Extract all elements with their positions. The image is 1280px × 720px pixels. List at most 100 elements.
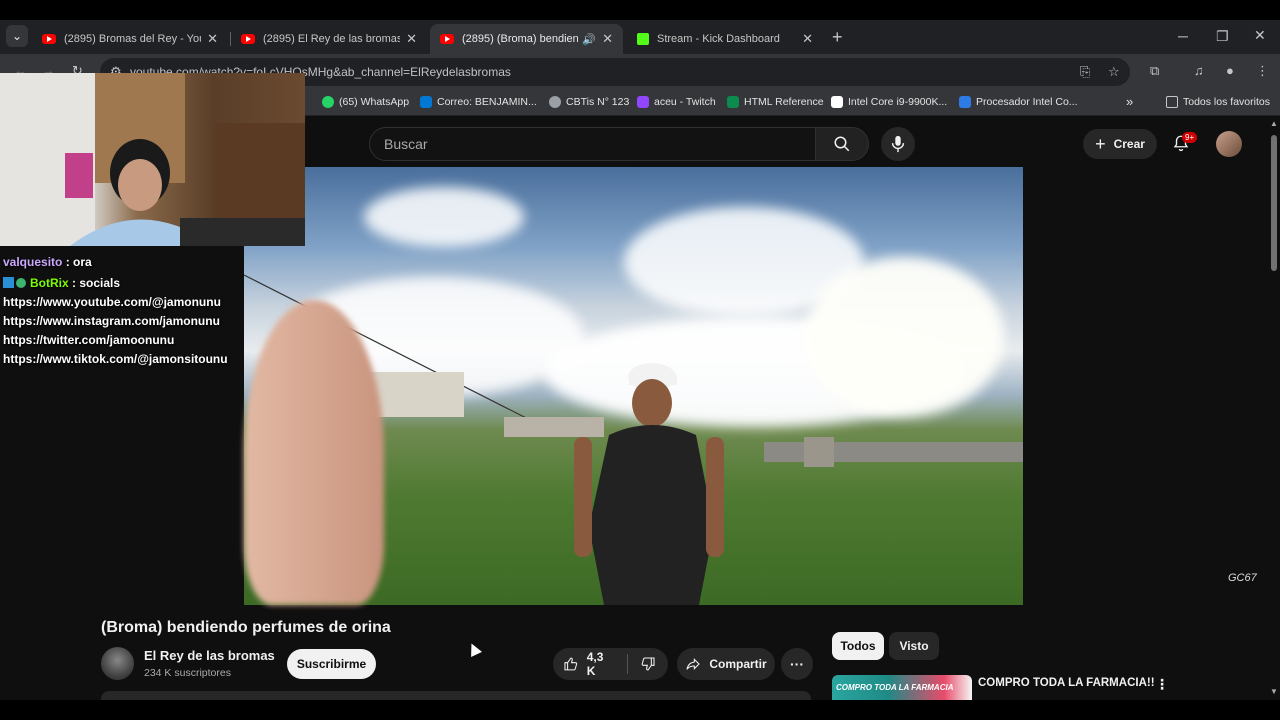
bookmark-twitch[interactable]: aceu - Twitch xyxy=(637,96,716,108)
scroll-up-icon[interactable]: ▲ xyxy=(1270,119,1278,128)
tab-title: Stream - Kick Dashboard xyxy=(657,33,780,45)
verified-badge-icon xyxy=(16,278,26,288)
like-dislike-group: 4,3 K xyxy=(553,648,668,680)
search-button[interactable] xyxy=(815,127,869,161)
mouse-cursor xyxy=(466,641,482,657)
store-icon xyxy=(959,96,971,108)
kick-icon xyxy=(637,33,649,45)
foreground-hand xyxy=(244,300,384,605)
recommended-more-icon[interactable]: ⋮ xyxy=(1155,676,1169,693)
share-button[interactable]: Compartir xyxy=(677,648,775,680)
outlook-icon xyxy=(420,96,432,108)
webcam-overlay xyxy=(0,73,305,246)
video-watermark: GC67 xyxy=(1228,572,1257,584)
bookmark-label: CBTis N° 123 xyxy=(566,96,630,108)
stream-chat-overlay: valquesito : ora BotRix : socials https:… xyxy=(0,252,244,606)
chat-message: valquesito : ora xyxy=(3,255,92,269)
thumbs-up-icon xyxy=(564,657,578,671)
voice-search-button[interactable] xyxy=(881,127,915,161)
tab-el-rey-de-las-bromas[interactable]: (2895) El Rey de las bromas - YouTube ✕ xyxy=(231,24,427,54)
chat-link-line: https://twitter.com/jamoonunu xyxy=(3,333,175,347)
chat-username: BotRix xyxy=(30,276,69,290)
bookmark-procesador-intel[interactable]: Procesador Intel Co... xyxy=(959,96,1078,108)
create-button[interactable]: + Crear xyxy=(1083,129,1157,159)
page-scrollbar[interactable]: ▲ ▼ xyxy=(1268,117,1280,700)
bookmark-whatsapp[interactable]: (65) WhatsApp xyxy=(322,96,409,108)
chip-visto[interactable]: Visto xyxy=(889,632,939,660)
bookmark-html-reference[interactable]: HTML Reference xyxy=(727,96,824,108)
bookmark-label: Correo: BENJAMIN... xyxy=(437,96,537,108)
tab-broma-video[interactable]: (2895) (Broma) bendiendo perfumes de ori… xyxy=(430,24,623,54)
chat-text: ora xyxy=(73,255,92,269)
tab-bromas-del-rey[interactable]: (2895) Bromas del Rey - YouTube ✕ xyxy=(32,24,228,54)
folder-icon xyxy=(1166,96,1178,108)
more-bookmarks-icon[interactable]: » xyxy=(1126,94,1133,109)
screen-bottom-border xyxy=(0,700,1280,720)
chat-text: socials xyxy=(79,276,121,290)
bot-badge-icon xyxy=(3,277,14,288)
bookmarks-folder[interactable]: Todos los favoritos xyxy=(1166,96,1270,108)
minimize-icon[interactable]: ─ xyxy=(1178,28,1188,44)
subscribe-button[interactable]: Suscribirme xyxy=(287,649,376,679)
bookmark-correo[interactable]: Correo: BENJAMIN... xyxy=(420,96,537,108)
tab-kick-dashboard[interactable]: Stream - Kick Dashboard ✕ xyxy=(627,24,823,54)
close-icon[interactable]: ✕ xyxy=(207,31,218,47)
bookmark-label: Intel Core i9-9900K... xyxy=(848,96,948,108)
window-close-icon[interactable]: ✕ xyxy=(1254,27,1266,44)
youtube-icon xyxy=(440,34,454,44)
chat-link-line: https://www.youtube.com/@jamonunu xyxy=(3,295,221,309)
w3-icon xyxy=(727,96,739,108)
bookmark-intel-i9[interactable]: Intel Core i9-9900K... xyxy=(831,96,947,108)
like-button[interactable]: 4,3 K xyxy=(553,650,628,678)
microphone-icon xyxy=(891,135,905,153)
bookmark-label: Procesador Intel Co... xyxy=(976,96,1078,108)
bookmark-cbtis[interactable]: CBTis N° 123 xyxy=(549,96,629,108)
chip-todos[interactable]: Todos xyxy=(832,632,884,660)
recommended-title[interactable]: COMPRO TODA LA FARMACIA!! xyxy=(978,677,1155,689)
chat-username: valquesito xyxy=(3,255,63,269)
search-input[interactable]: Buscar xyxy=(369,127,816,161)
youtube-icon xyxy=(42,34,56,44)
chevron-down-icon: ⌄ xyxy=(11,29,23,43)
close-icon[interactable]: ✕ xyxy=(406,31,417,47)
dislike-button[interactable] xyxy=(628,656,668,672)
description-box[interactable] xyxy=(101,691,811,700)
screen-top-border xyxy=(0,0,1280,20)
chat-link-line: https://www.instagram.com/jamonunu xyxy=(3,314,220,328)
create-label: Crear xyxy=(1113,137,1145,151)
menu-kebab-icon[interactable]: ⋮ xyxy=(1256,63,1269,79)
bookmark-label: (65) WhatsApp xyxy=(339,96,410,108)
extensions-icon[interactable]: ⧉ xyxy=(1150,63,1159,79)
speaker-icon[interactable]: 🔊 xyxy=(582,33,596,46)
tab-title: (2895) (Broma) bendiendo perfumes de ori… xyxy=(462,33,579,45)
new-tab-icon[interactable]: + xyxy=(832,27,843,48)
like-count: 4,3 K xyxy=(586,650,604,678)
share-label: Compartir xyxy=(709,657,767,671)
scroll-down-icon[interactable]: ▼ xyxy=(1270,687,1278,696)
scrollbar-thumb[interactable] xyxy=(1271,135,1277,271)
search-icon xyxy=(834,136,850,152)
bookmark-star-icon[interactable]: ☆ xyxy=(1108,64,1120,80)
close-icon[interactable]: ✕ xyxy=(602,31,613,47)
more-horizontal-icon: ··· xyxy=(790,656,804,672)
restore-icon[interactable]: ❐ xyxy=(1216,28,1229,45)
chat-message: BotRix : socials xyxy=(3,276,120,290)
amazon-icon xyxy=(831,96,843,108)
user-avatar[interactable] xyxy=(1216,131,1242,157)
tab-title: (2895) El Rey de las bromas - YouTube xyxy=(263,33,401,45)
recommended-thumb-text: COMPRO TODA LA FARMACIA xyxy=(836,683,954,692)
thumbs-down-icon xyxy=(641,657,655,671)
install-app-icon[interactable]: ⎘ xyxy=(1080,64,1090,80)
close-icon[interactable]: ✕ xyxy=(802,31,813,47)
bookmark-label: HTML Reference xyxy=(744,96,824,108)
share-arrow-icon xyxy=(686,658,701,670)
channel-avatar[interactable] xyxy=(101,647,134,680)
chat-link-line: https://www.tiktok.com/@jamonsitounu xyxy=(3,352,228,366)
media-control-icon[interactable]: ♫ xyxy=(1194,63,1204,78)
profile-icon[interactable]: ● xyxy=(1226,63,1234,78)
more-actions-button[interactable]: ··· xyxy=(781,648,813,680)
notification-badge: 9+ xyxy=(1182,132,1198,143)
tab-search-button[interactable]: ⌄ xyxy=(6,25,28,47)
recommended-thumbnail[interactable]: COMPRO TODA LA FARMACIA xyxy=(832,675,972,700)
channel-name[interactable]: El Rey de las bromas xyxy=(144,648,275,663)
